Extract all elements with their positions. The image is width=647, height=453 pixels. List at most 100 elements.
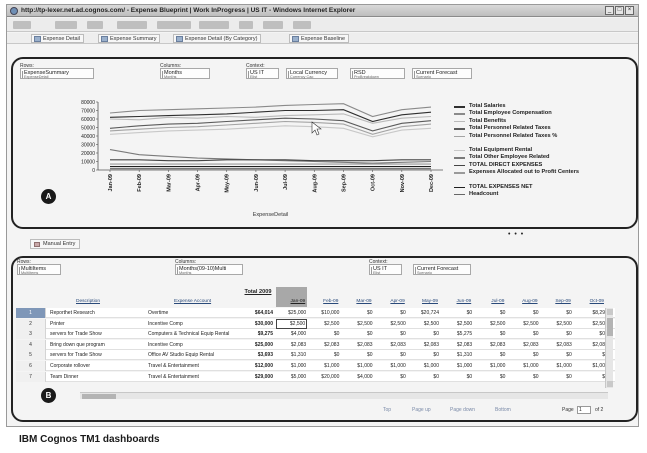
value-cell[interactable]: $2,083 (442, 340, 473, 350)
value-cell[interactable]: $1,00 (575, 361, 606, 371)
column-header-month[interactable]: Oct-09 (575, 287, 606, 307)
value-cell[interactable]: $0 (409, 372, 440, 382)
value-cell[interactable]: $1,310 (442, 350, 473, 360)
value-cell[interactable]: $0 (475, 350, 506, 360)
value-cell[interactable]: $0 (475, 329, 506, 339)
legend-more-indicator[interactable]: • • • (508, 231, 524, 238)
value-cell[interactable]: $ (575, 372, 606, 382)
scroll-up-icon[interactable] (607, 309, 613, 315)
pager-page-up-link[interactable]: Page up (412, 407, 431, 413)
row-expense-account[interactable]: Overtime (148, 308, 243, 318)
value-cell[interactable]: $2,500 (376, 319, 407, 329)
context-selector-scenario[interactable]: Current Forecast Scenario (413, 264, 471, 275)
column-header-month[interactable]: Jan-09 (276, 287, 308, 307)
value-cell[interactable]: $2,500 (442, 319, 473, 329)
row-description[interactable]: Bring down que program (50, 340, 160, 350)
value-cell[interactable]: $2,500 (475, 319, 506, 329)
value-cell[interactable]: $5,275 (442, 329, 473, 339)
value-cell[interactable]: $4,000 (342, 372, 373, 382)
value-cell[interactable]: $1,000 (342, 361, 373, 371)
row-expense-account[interactable]: Computers & Technical Equip Rental (148, 329, 243, 339)
value-cell[interactable]: $0 (342, 329, 373, 339)
row-expense-account[interactable]: Incentive Comp (148, 319, 243, 329)
row-description[interactable]: Team Dinner (50, 372, 160, 382)
row-description[interactable]: servers for Trade Show (50, 329, 160, 339)
table-row[interactable]: 2 Printer Incentive Comp $30,000 $2,500 $2,50… (16, 318, 615, 329)
value-cell[interactable]: $0 (342, 308, 373, 318)
scroll-thumb[interactable] (607, 318, 613, 336)
value-cell[interactable]: $8,29 (575, 308, 606, 318)
value-cell[interactable]: $1,000 (276, 361, 307, 371)
value-cell[interactable]: $0 (508, 350, 539, 360)
value-cell[interactable]: $0 (309, 350, 340, 360)
column-header-month[interactable]: May-09 (409, 287, 440, 307)
column-header-month[interactable]: Sep-09 (542, 287, 573, 307)
value-cell[interactable]: $2,083 (342, 340, 373, 350)
table-row[interactable]: 1 Reporthet Research Overtime $64,014 $25,00… (16, 308, 615, 318)
value-cell[interactable]: $0 (376, 372, 407, 382)
value-cell[interactable]: $1,000 (508, 361, 539, 371)
scroll-down-icon[interactable] (607, 381, 613, 387)
column-header-month[interactable]: Jul-09 (475, 287, 506, 307)
rows-selector[interactable]: MultiItems MultiItems (17, 264, 61, 275)
value-cell[interactable]: $0 (376, 329, 407, 339)
value-cell[interactable]: $0 (442, 308, 473, 318)
value-cell[interactable]: $4,000 (276, 329, 307, 339)
table-row[interactable]: 5 servers for Trade Show Office AV Studio … (16, 350, 615, 361)
row-number[interactable]: 4 (16, 339, 46, 350)
row-expense-account[interactable]: Travel & Entertainment (148, 361, 243, 371)
grid-vertical-scrollbar[interactable] (605, 308, 613, 388)
value-cell[interactable]: $0 (409, 350, 440, 360)
value-cell[interactable]: $1,310 (276, 350, 307, 360)
pager-top-link[interactable]: Top (383, 407, 391, 413)
value-cell[interactable]: $0 (575, 329, 606, 339)
editable-cell-active[interactable]: $2,500 (276, 318, 308, 329)
column-header-month[interactable]: Mar-09 (342, 287, 373, 307)
value-cell[interactable]: $10,000 (309, 308, 340, 318)
value-cell[interactable]: $ (575, 350, 606, 360)
value-cell[interactable]: $2,500 (342, 319, 373, 329)
value-cell[interactable]: $2,083 (508, 340, 539, 350)
table-row[interactable]: 3 servers for Trade Show Computers & Techn… (16, 329, 615, 340)
value-cell[interactable]: $2,083 (376, 340, 407, 350)
value-cell[interactable]: $1,000 (376, 361, 407, 371)
value-cell[interactable]: $2,500 (409, 319, 440, 329)
pager-page-down-link[interactable]: Page down (450, 407, 475, 413)
value-cell[interactable]: $0 (542, 329, 573, 339)
grid-horizontal-scrollbar[interactable] (80, 392, 608, 399)
value-cell[interactable]: $0 (376, 350, 407, 360)
value-cell[interactable]: $20,000 (309, 372, 340, 382)
value-cell[interactable]: $0 (409, 329, 440, 339)
value-cell[interactable]: $0 (542, 308, 573, 318)
value-cell[interactable]: $25,000 (276, 308, 307, 318)
value-cell[interactable]: $2,083 (475, 340, 506, 350)
table-row[interactable]: 7 Team Dinner Travel & Entertainment $29,00… (16, 371, 615, 382)
value-cell[interactable]: $0 (475, 372, 506, 382)
value-cell[interactable]: $0 (542, 350, 573, 360)
row-description[interactable]: Reporthet Research (50, 308, 160, 318)
column-header-month[interactable]: Aug-09 (508, 287, 539, 307)
value-cell[interactable]: $2,083 (276, 340, 307, 350)
row-expense-account[interactable]: Office AV Studio Equip Rental (148, 350, 243, 360)
value-cell[interactable]: $0 (442, 372, 473, 382)
value-cell[interactable]: $2,50 (575, 319, 606, 329)
column-header-month[interactable]: Jun-09 (442, 287, 473, 307)
row-number[interactable]: 1 (16, 308, 46, 318)
context-selector-us-it[interactable]: US IT Elist (369, 264, 402, 275)
page-number-input[interactable]: 1 (577, 406, 591, 414)
value-cell[interactable]: $1,000 (475, 361, 506, 371)
row-number[interactable]: 6 (16, 361, 46, 371)
value-cell[interactable]: $2,083 (542, 340, 573, 350)
column-header-expense-account[interactable]: Expense Account (174, 287, 244, 307)
row-description[interactable]: Corporate rollover (50, 361, 160, 371)
row-number[interactable]: 3 (16, 329, 46, 340)
value-cell[interactable]: $2,083 (409, 340, 440, 350)
value-cell[interactable]: $20,724 (409, 308, 440, 318)
column-header-description[interactable]: Description (76, 287, 136, 307)
row-expense-account[interactable]: Incentive Comp (148, 340, 243, 350)
table-row[interactable]: 6 Corporate rollover Travel & Entertainmen… (16, 361, 615, 371)
row-expense-account[interactable]: Travel & Entertainment (148, 372, 243, 382)
value-cell[interactable]: $0 (508, 372, 539, 382)
row-number[interactable]: 2 (16, 318, 46, 329)
value-cell[interactable]: $1,000 (409, 361, 440, 371)
